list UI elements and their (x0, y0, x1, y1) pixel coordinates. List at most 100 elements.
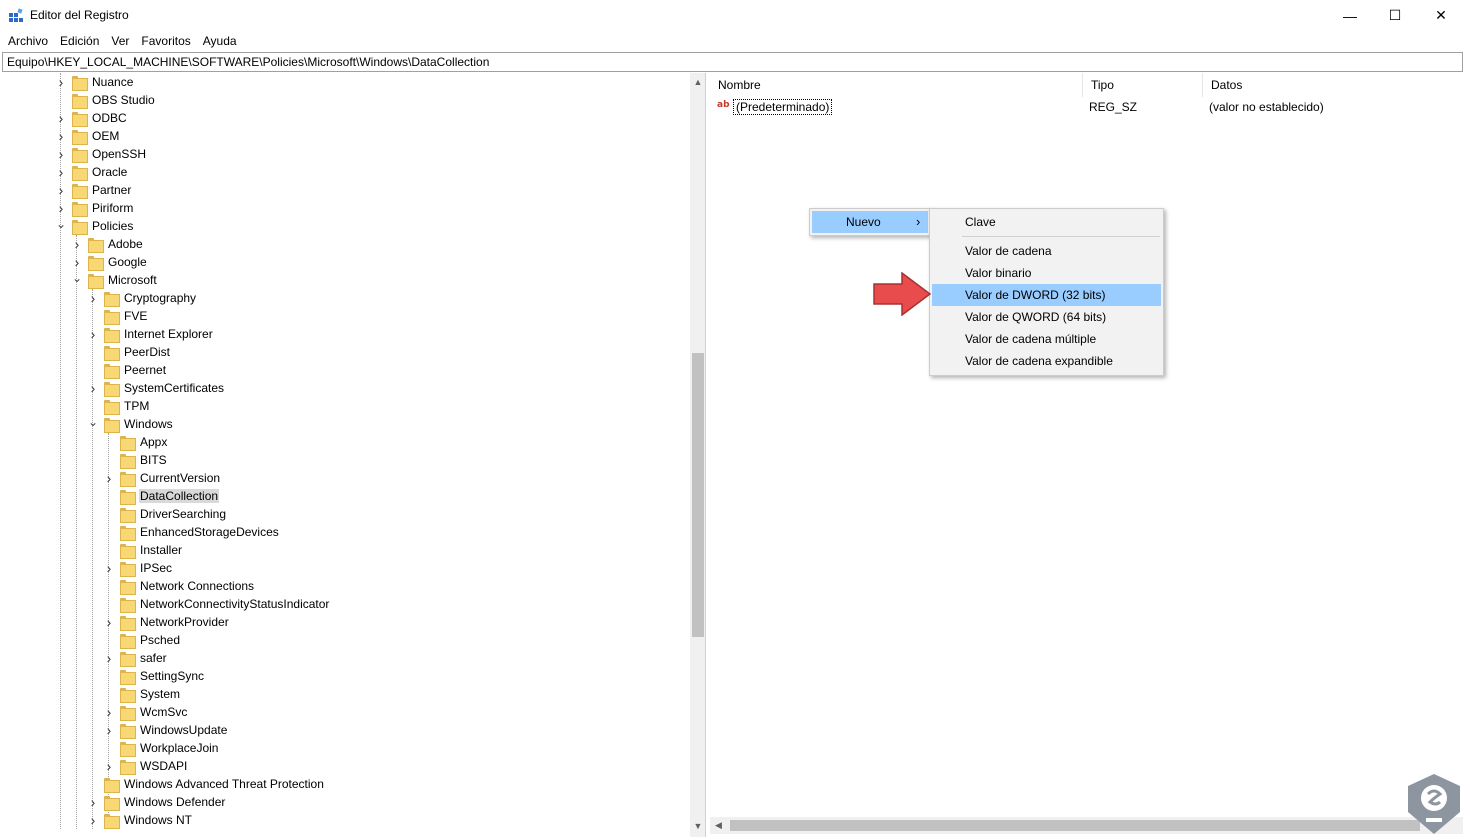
tree-node[interactable]: Appx (104, 433, 168, 451)
column-header-name[interactable]: Nombre (710, 73, 1083, 97)
tree-node[interactable]: DriverSearching (104, 505, 227, 523)
menu-item-valor-binario[interactable]: Valor binario (932, 262, 1161, 284)
tree-node[interactable]: › Google (72, 253, 148, 271)
value-row[interactable]: ab (Predeterminado) REG_SZ (valor no est… (710, 98, 1463, 116)
menu-item-valor-dword[interactable]: Valor de DWORD (32 bits) (932, 284, 1161, 306)
folder-icon (120, 741, 136, 757)
menu-archivo[interactable]: Archivo (2, 31, 54, 51)
tree-node[interactable]: › ODBC (56, 109, 128, 127)
chevron-right-icon[interactable]: › (88, 325, 98, 343)
tree-node[interactable]: Windows Advanced Threat Protection (88, 775, 325, 793)
address-bar[interactable]: Equipo\HKEY_LOCAL_MACHINE\SOFTWARE\Polic… (2, 52, 1463, 72)
tree-node[interactable]: Psched (104, 631, 181, 649)
column-header-type[interactable]: Tipo (1083, 73, 1203, 97)
scroll-down-icon[interactable]: ▼ (690, 817, 705, 834)
tree-node[interactable]: › Internet Explorer (88, 325, 214, 343)
menu-item-valor-qword[interactable]: Valor de QWORD (64 bits) (932, 306, 1161, 328)
tree-vertical-scrollbar[interactable]: ▲ ▼ (690, 73, 705, 837)
tree-node[interactable]: ⌄ Policies (56, 217, 134, 235)
chevron-down-icon[interactable]: ⌄ (72, 271, 82, 289)
chevron-right-icon[interactable]: › (104, 469, 114, 487)
tree-node[interactable]: › OpenSSH (56, 145, 147, 163)
menu-item-nuevo[interactable]: Nuevo › (812, 211, 928, 233)
chevron-right-icon[interactable]: › (56, 199, 66, 217)
scroll-left-icon[interactable]: ◀ (710, 817, 727, 834)
site-logo-icon (1408, 774, 1460, 834)
tree-node[interactable]: DataCollection (104, 487, 220, 505)
values-pane[interactable]: Nombre Tipo Datos ab (Predeterminado) RE… (710, 73, 1463, 837)
chevron-right-icon[interactable]: › (104, 559, 114, 577)
menu-ver[interactable]: Ver (105, 31, 135, 51)
menu-favoritos[interactable]: Favoritos (135, 31, 196, 51)
tree-node[interactable]: › WcmSvc (104, 703, 188, 721)
chevron-right-icon[interactable]: › (56, 127, 66, 145)
chevron-right-icon[interactable]: › (88, 811, 98, 829)
tree-node[interactable]: PeerDist (88, 343, 171, 361)
values-horizontal-scrollbar[interactable]: ◀ (710, 817, 1463, 834)
tree-node[interactable]: TPM (88, 397, 150, 415)
chevron-right-icon[interactable]: › (56, 109, 66, 127)
horizontal-scroll-thumb[interactable] (730, 820, 1420, 831)
minimize-button[interactable]: — (1327, 0, 1373, 31)
tree-node[interactable]: › SystemCertificates (88, 379, 225, 397)
menu-item-valor-cadena[interactable]: Valor de cadena (932, 240, 1161, 262)
tree-node[interactable]: BITS (104, 451, 168, 469)
tree-node[interactable]: › Windows Defender (88, 793, 226, 811)
menu-item-valor-cadena-expandible[interactable]: Valor de cadena expandible (932, 350, 1161, 372)
tree-node[interactable]: › NetworkProvider (104, 613, 230, 631)
scroll-up-icon[interactable]: ▲ (690, 73, 705, 90)
chevron-right-icon[interactable]: › (56, 145, 66, 163)
tree-node[interactable]: › IPSec (104, 559, 173, 577)
chevron-down-icon[interactable]: ⌄ (88, 415, 98, 433)
tree-node[interactable]: › OEM (56, 127, 120, 145)
tree-node[interactable]: FVE (88, 307, 148, 325)
tree-node[interactable]: ⌄ Windows (88, 415, 174, 433)
tree-node[interactable]: › Oracle (56, 163, 128, 181)
maximize-button[interactable]: ☐ (1372, 0, 1418, 31)
chevron-right-icon[interactable]: › (104, 649, 114, 667)
chevron-right-icon[interactable]: › (88, 793, 98, 811)
chevron-right-icon[interactable]: › (56, 163, 66, 181)
tree-node[interactable]: › Nuance (56, 73, 134, 91)
tree-node[interactable]: EnhancedStorageDevices (104, 523, 280, 541)
tree-node[interactable]: › CurrentVersion (104, 469, 221, 487)
chevron-right-icon[interactable]: › (104, 613, 114, 631)
chevron-right-icon[interactable]: › (56, 181, 66, 199)
chevron-right-icon[interactable]: › (104, 703, 114, 721)
tree-node[interactable]: › Partner (56, 181, 132, 199)
chevron-right-icon[interactable]: › (104, 757, 114, 775)
tree-node[interactable]: OBS Studio (56, 91, 156, 109)
chevron-right-icon[interactable]: › (56, 73, 66, 91)
tree-node[interactable]: SettingSync (104, 667, 205, 685)
tree-node[interactable]: › Windows NT (88, 811, 193, 829)
close-button[interactable]: ✕ (1418, 0, 1464, 31)
chevron-right-icon[interactable]: › (104, 721, 114, 739)
tree-node[interactable]: ⌄ Microsoft (72, 271, 158, 289)
tree-node[interactable]: Peernet (88, 361, 167, 379)
menu-item-clave[interactable]: Clave (932, 211, 1161, 233)
chevron-down-icon[interactable]: ⌄ (56, 217, 66, 235)
chevron-right-icon[interactable]: › (88, 379, 98, 397)
chevron-right-icon[interactable]: › (72, 235, 82, 253)
column-header-data[interactable]: Datos (1203, 73, 1463, 97)
tree-node[interactable]: Network Connections (104, 577, 255, 595)
chevron-right-icon[interactable]: › (88, 289, 98, 307)
tree-node[interactable]: › Cryptography (88, 289, 197, 307)
menu-edicion[interactable]: Edición (54, 31, 105, 51)
menu-ayuda[interactable]: Ayuda (197, 31, 243, 51)
tree-node[interactable]: NetworkConnectivityStatusIndicator (104, 595, 330, 613)
tree-node[interactable]: WorkplaceJoin (104, 739, 219, 757)
tree-node-label: Peernet (124, 363, 167, 377)
tree-node[interactable]: System (104, 685, 181, 703)
tree-node[interactable]: › Adobe (72, 235, 144, 253)
tree-node[interactable]: Installer (104, 541, 183, 559)
tree-node[interactable]: › WSDAPI (104, 757, 188, 775)
chevron-right-icon[interactable]: › (72, 253, 82, 271)
menu-item-valor-cadena-multiple[interactable]: Valor de cadena múltiple (932, 328, 1161, 350)
scroll-thumb[interactable] (692, 353, 704, 637)
tree-node[interactable]: › Piriform (56, 199, 134, 217)
tree-node[interactable]: › safer (104, 649, 168, 667)
tree-node[interactable]: › WindowsUpdate (104, 721, 228, 739)
